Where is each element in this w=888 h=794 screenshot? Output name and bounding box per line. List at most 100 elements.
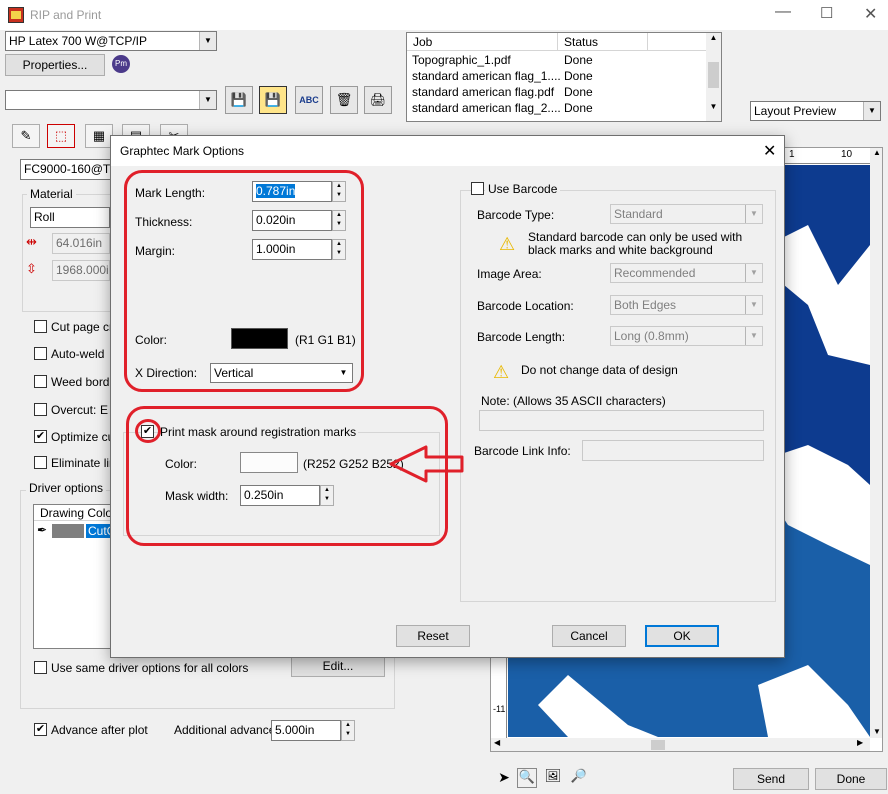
- properties-button[interactable]: Properties...: [5, 54, 105, 76]
- queue-select[interactable]: ▼: [5, 90, 217, 110]
- width-value: 64.016in: [56, 236, 103, 250]
- job-table[interactable]: Job Status Topographic_1.pdf Done standa…: [406, 32, 722, 122]
- length-field[interactable]: 1968.000in: [52, 260, 110, 281]
- chevron-down-icon: ▼: [863, 102, 880, 120]
- table-row[interactable]: Topographic_1.pdf Done: [407, 52, 707, 68]
- width-icon: ⇹: [26, 234, 37, 249]
- check-icon: ✔: [35, 723, 46, 735]
- chevron-down-icon: ▼: [745, 296, 762, 314]
- ok-button[interactable]: OK: [645, 625, 719, 647]
- overcut-label: Overcut:: [51, 403, 97, 417]
- tab-marks[interactable]: ⬚: [47, 124, 75, 148]
- design-warning-text: Do not change data of design: [521, 363, 678, 377]
- close-icon[interactable]: ✕: [864, 4, 877, 24]
- maximize-icon[interactable]: ☐: [820, 4, 833, 22]
- annotation-arrow-icon: [389, 445, 464, 483]
- advance-checkbox[interactable]: ✔: [34, 723, 47, 736]
- trash-icon[interactable]: 🗑: [330, 86, 358, 114]
- job-table-header: Job Status: [407, 33, 707, 51]
- column-job[interactable]: Job: [413, 35, 432, 49]
- title-bar: RIP and Print — ☐ ✕: [0, 0, 888, 30]
- barcode-type-label: Barcode Type:: [477, 208, 555, 222]
- warning-icon: ⚠: [499, 234, 516, 254]
- pm-button[interactable]: Pm: [112, 55, 130, 73]
- optimize-cutting-checkbox[interactable]: ✔: [34, 430, 47, 443]
- zoom-icon[interactable]: 🔍: [517, 768, 537, 788]
- note-field[interactable]: [479, 410, 764, 431]
- cutter-value: FC9000-160@TCP: [24, 162, 120, 176]
- edit-button[interactable]: Edit...: [291, 655, 385, 677]
- horizontal-scrollbar[interactable]: ◀ ▶: [491, 738, 870, 751]
- job-status: Done: [564, 69, 593, 83]
- driver-options-label: Driver options: [26, 481, 107, 495]
- printer-select[interactable]: HP Latex 700 W@TCP/IP ▼: [5, 31, 217, 51]
- image-area-value: Recommended: [614, 266, 696, 280]
- length-icon: ⇳: [26, 261, 37, 276]
- cancel-button[interactable]: Cancel: [552, 625, 626, 647]
- pointer-icon[interactable]: ➤: [495, 769, 513, 789]
- additional-advance-spinner[interactable]: ▲ ▼: [341, 720, 355, 741]
- barcode-location-select[interactable]: Both Edges ▼: [610, 295, 763, 315]
- use-barcode-label: Use Barcode: [485, 182, 561, 196]
- weed-border-checkbox[interactable]: [34, 375, 47, 388]
- ruler-mark-10: 10: [841, 149, 853, 160]
- table-row[interactable]: standard american flag_2.... Done: [407, 100, 707, 116]
- ruler-mark-1: 1: [789, 149, 795, 160]
- width-field[interactable]: 64.016in: [52, 233, 110, 254]
- advance-label: Advance after plot: [51, 723, 148, 737]
- image-icon[interactable]: 🖼: [543, 768, 563, 788]
- material-select[interactable]: Roll: [30, 207, 110, 228]
- vertical-scrollbar[interactable]: ▲ ▼: [870, 148, 882, 738]
- drawing-colors-list[interactable]: Drawing Colors ✒ CutC: [33, 504, 122, 649]
- overcut-checkbox[interactable]: [34, 403, 47, 416]
- barcode-warning-text: Standard barcode can only be used with b…: [528, 230, 743, 257]
- barcode-length-select[interactable]: Long (0.8mm) ▼: [610, 326, 763, 346]
- spellcheck-icon[interactable]: ABC: [295, 86, 323, 114]
- use-barcode-checkbox[interactable]: [471, 182, 484, 195]
- eliminate-lines-checkbox[interactable]: [34, 456, 47, 469]
- send-button[interactable]: Send: [733, 768, 809, 790]
- tab-color[interactable]: ▦: [85, 124, 113, 148]
- table-row[interactable]: standard american flag_1.... Done: [407, 68, 707, 84]
- barcode-type-value: Standard: [614, 207, 663, 221]
- minimize-icon[interactable]: —: [775, 3, 791, 21]
- layout-preview-value: Layout Preview: [754, 104, 837, 118]
- zoom-fit-icon[interactable]: 🔎: [569, 768, 589, 788]
- additional-advance-field[interactable]: 5.000in: [271, 720, 341, 741]
- ruler-mark-11: -11: [493, 704, 506, 714]
- color-icon: ▦: [92, 128, 106, 143]
- barcode-link-field[interactable]: [582, 440, 764, 461]
- save-as-icon[interactable]: 💾: [259, 86, 287, 114]
- cutter-field[interactable]: FC9000-160@TCP: [20, 159, 120, 180]
- same-driver-checkbox[interactable]: [34, 661, 47, 674]
- pen-icon: ✒: [37, 523, 48, 537]
- job-table-scrollbar[interactable]: ▲ ▼: [706, 33, 721, 121]
- job-status: Done: [564, 101, 593, 115]
- job-status: Done: [564, 85, 593, 99]
- table-row[interactable]: standard american flag.pdf Done: [407, 84, 707, 100]
- layout-preview-select[interactable]: Layout Preview ▼: [750, 101, 881, 121]
- barcode-location-label: Barcode Location:: [477, 299, 574, 313]
- save-icon[interactable]: 💾: [225, 86, 253, 114]
- done-button[interactable]: Done: [815, 768, 887, 790]
- annotation-checkbox-circle: [135, 419, 161, 443]
- chevron-down-icon: ▼: [745, 264, 762, 282]
- close-icon[interactable]: ✕: [763, 141, 776, 161]
- annotation-mark-settings-box: [124, 170, 364, 392]
- dialog-title: Graphtec Mark Options: [120, 144, 245, 158]
- cut-page-crop-checkbox[interactable]: [34, 320, 47, 333]
- reset-button[interactable]: Reset: [396, 625, 470, 647]
- note-label: Note: (Allows 35 ASCII characters): [481, 394, 666, 408]
- barcode-length-label: Barcode Length:: [477, 330, 566, 344]
- column-status[interactable]: Status: [564, 35, 598, 49]
- image-area-select[interactable]: Recommended ▼: [610, 263, 763, 283]
- list-item[interactable]: ✒ CutC: [34, 523, 118, 539]
- barcode-type-select[interactable]: Standard ▼: [610, 204, 763, 224]
- crop-marks-icon: ⬚: [54, 128, 68, 143]
- auto-weld-checkbox[interactable]: [34, 347, 47, 360]
- print-icon[interactable]: 🖨: [364, 86, 392, 114]
- tab-printer[interactable]: ✎: [12, 124, 40, 148]
- auto-weld-label: Auto-weld: [51, 347, 105, 361]
- additional-advance-label: Additional advance:: [174, 723, 279, 737]
- material-label: Material: [27, 187, 76, 201]
